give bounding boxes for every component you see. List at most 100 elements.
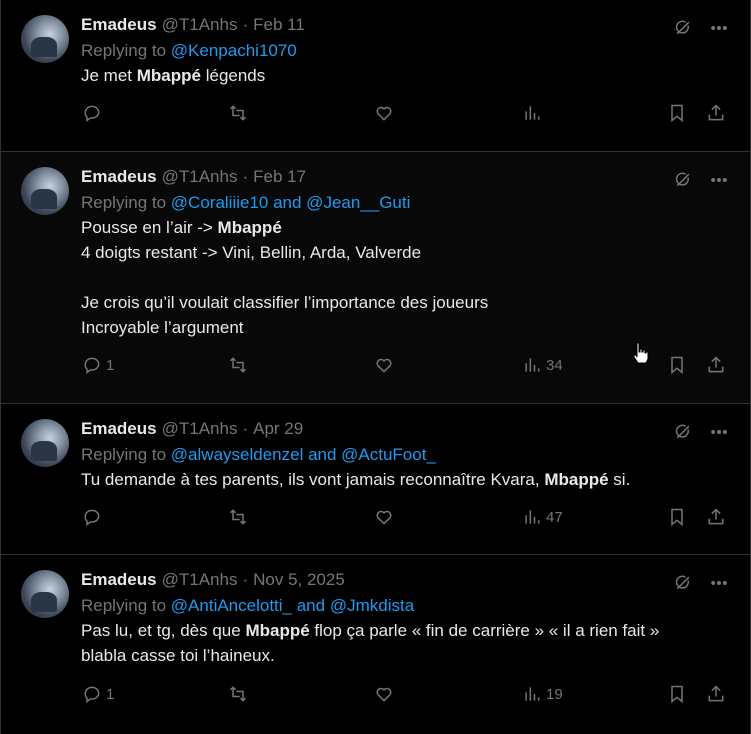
avatar[interactable]	[21, 570, 69, 618]
reply-icon	[81, 683, 103, 705]
bookmark-icon	[666, 683, 688, 705]
text-part: Pousse en l’air ->	[81, 218, 218, 237]
text-bold: Mbappé	[544, 470, 609, 489]
reply-button[interactable]	[81, 506, 106, 528]
views-button[interactable]	[521, 102, 546, 124]
author-handle[interactable]: @T1Anhs	[162, 14, 238, 36]
retweet-button[interactable]	[227, 683, 249, 705]
reply-icon	[81, 354, 103, 376]
tweet-text: Pas lu, et tg, dès que Mbappé flop ça pa…	[81, 618, 730, 668]
tweet-date[interactable]: Feb 17	[253, 166, 306, 188]
share-button[interactable]	[705, 354, 727, 376]
share-button[interactable]	[705, 102, 727, 124]
text-bold: Mbappé	[136, 66, 201, 85]
retweet-button[interactable]	[227, 354, 249, 376]
views-button[interactable]: 47	[521, 506, 563, 528]
share-button[interactable]	[705, 506, 727, 528]
bookmark-button[interactable]	[666, 506, 688, 528]
replying-prefix: Replying to	[81, 41, 167, 60]
bookmark-button[interactable]	[666, 102, 688, 124]
bookmark-button[interactable]	[666, 683, 688, 705]
avatar[interactable]	[21, 167, 69, 215]
retweet-button[interactable]	[227, 506, 249, 528]
more-icon[interactable]	[708, 169, 730, 191]
author-name[interactable]: Emadeus	[81, 569, 157, 591]
views-icon	[521, 354, 543, 376]
reply-feed: Emadeus @T1Anhs · Feb 11 Replying to @Ke…	[0, 0, 751, 734]
reply-button[interactable]: 1	[81, 683, 114, 705]
reply-button[interactable]: 1	[81, 354, 114, 376]
views-icon	[521, 102, 543, 124]
tweet[interactable]: Emadeus @T1Anhs · Nov 5, 2025 Replying t…	[1, 555, 750, 734]
grok-icon[interactable]	[672, 572, 694, 594]
text-part: Je met	[81, 66, 137, 85]
retweet-icon	[227, 506, 249, 528]
retweet-icon	[227, 683, 249, 705]
mention-link[interactable]: @Kenpachi1070	[171, 41, 297, 60]
avatar[interactable]	[21, 15, 69, 63]
more-icon[interactable]	[708, 421, 730, 443]
view-count: 19	[546, 685, 563, 703]
author-name[interactable]: Emadeus	[81, 166, 157, 188]
bookmark-icon	[666, 506, 688, 528]
author-handle[interactable]: @T1Anhs	[162, 166, 238, 188]
like-icon	[373, 354, 395, 376]
like-button[interactable]	[373, 354, 395, 376]
reply-count: 1	[106, 356, 115, 374]
like-icon	[373, 506, 395, 528]
like-icon	[373, 683, 395, 705]
separator-dot: ·	[242, 167, 249, 186]
grok-icon[interactable]	[672, 421, 694, 443]
like-icon	[373, 102, 395, 124]
more-icon[interactable]	[708, 572, 730, 594]
like-button[interactable]	[373, 506, 395, 528]
like-button[interactable]	[373, 102, 395, 124]
tweet-date[interactable]: Feb 11	[253, 14, 305, 36]
replying-prefix: Replying to	[81, 596, 167, 615]
text-bold: Mbappé	[245, 621, 310, 640]
mention-link[interactable]: @Coraliiie10 and @Jean__Guti	[171, 193, 411, 212]
retweet-icon	[227, 354, 249, 376]
more-icon[interactable]	[708, 17, 730, 39]
author-handle[interactable]: @T1Anhs	[162, 418, 238, 440]
tweet-text: Pousse en l’air -> Mbappé 4 doigts resta…	[81, 215, 730, 340]
author-name[interactable]: Emadeus	[81, 14, 157, 36]
text-part: Tu demande à tes parents, ils vont jamai…	[81, 470, 545, 489]
tweet-text: Je met Mbappé légends	[81, 63, 730, 88]
mention-link[interactable]: @AntiAncelotti_ and @Jmkdista	[171, 596, 414, 615]
text-part: légends	[200, 66, 266, 85]
separator-dot: ·	[242, 15, 249, 34]
share-icon	[705, 506, 727, 528]
tweet[interactable]: Emadeus @T1Anhs · Feb 17 Replying to @Co…	[1, 152, 750, 404]
replying-to: Replying to @AntiAncelotti_ and @Jmkdist…	[81, 594, 730, 617]
tweet-text: Tu demande à tes parents, ils vont jamai…	[81, 467, 730, 492]
tweet-date[interactable]: Nov 5, 2025	[253, 569, 345, 591]
replying-to: Replying to @Kenpachi1070	[81, 39, 730, 62]
separator-dot: ·	[242, 570, 249, 589]
reply-icon	[81, 506, 103, 528]
views-button[interactable]: 19	[521, 683, 563, 705]
replying-prefix: Replying to	[81, 445, 167, 464]
hand-cursor-icon	[633, 342, 649, 364]
replying-to: Replying to @alwayseldenzel and @ActuFoo…	[81, 443, 730, 466]
author-handle[interactable]: @T1Anhs	[162, 569, 238, 591]
avatar[interactable]	[21, 419, 69, 467]
retweet-icon	[227, 102, 249, 124]
reply-button[interactable]	[81, 102, 106, 124]
share-button[interactable]	[705, 683, 727, 705]
grok-icon[interactable]	[672, 17, 694, 39]
tweet[interactable]: Emadeus @T1Anhs · Feb 11 Replying to @Ke…	[1, 0, 750, 152]
view-count: 47	[546, 508, 563, 526]
views-button[interactable]: 34	[521, 354, 563, 376]
share-icon	[705, 354, 727, 376]
tweet-date[interactable]: Apr 29	[253, 418, 303, 440]
replying-to: Replying to @Coraliiie10 and @Jean__Guti	[81, 191, 730, 214]
author-name[interactable]: Emadeus	[81, 418, 157, 440]
grok-icon[interactable]	[672, 169, 694, 191]
like-button[interactable]	[373, 683, 395, 705]
text-part: 4 doigts restant -> Vini, Bellin, Arda, …	[81, 243, 489, 337]
bookmark-button[interactable]	[666, 354, 688, 376]
tweet[interactable]: Emadeus @T1Anhs · Apr 29 Replying to @al…	[1, 404, 750, 555]
mention-link[interactable]: @alwayseldenzel and @ActuFoot_	[171, 445, 436, 464]
retweet-button[interactable]	[227, 102, 249, 124]
